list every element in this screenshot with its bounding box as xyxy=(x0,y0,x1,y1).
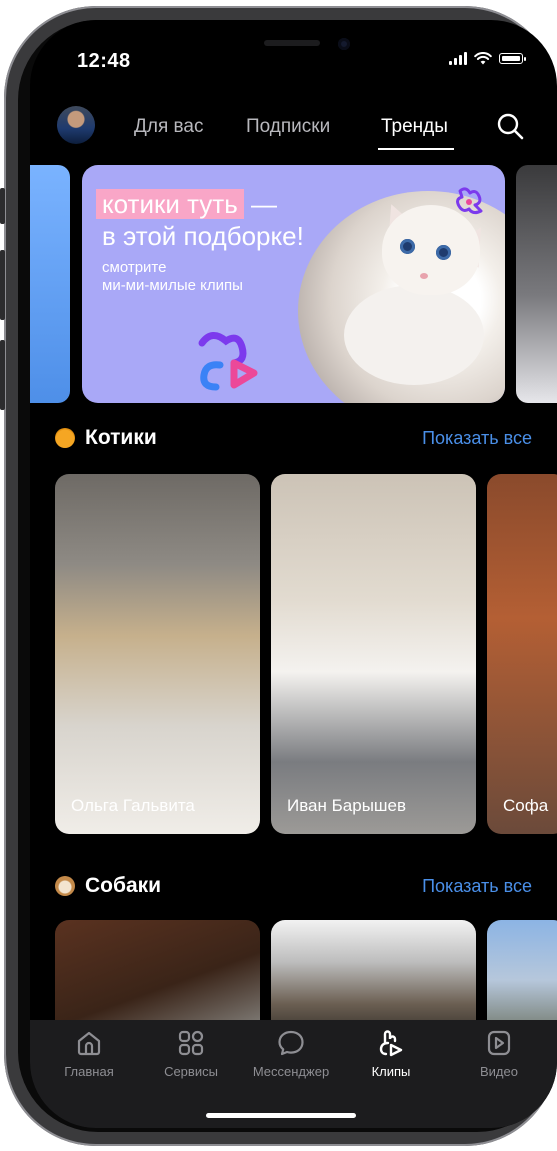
section-title: Собаки xyxy=(85,874,162,897)
clip-author: Софа xyxy=(503,796,549,815)
banner-carousel[interactable]: котики туть — в этой подборке! смотрите … xyxy=(30,165,557,403)
tab-for-you[interactable]: Для вас xyxy=(134,116,203,138)
battery-icon xyxy=(499,53,526,64)
show-all-link[interactable]: Показать все xyxy=(422,428,532,449)
clip-card[interactable]: Ольга Гальвита xyxy=(55,474,260,834)
clip-card[interactable]: Софа xyxy=(487,474,557,834)
tab-home[interactable]: Главная xyxy=(44,1028,134,1079)
section-title: Котики xyxy=(85,426,157,449)
clips-icon xyxy=(379,1030,403,1057)
banner-title-dash: — xyxy=(243,189,277,219)
clip-card[interactable]: Иван Барышев xyxy=(271,474,476,834)
cat-eye xyxy=(400,239,415,254)
cat-illustration xyxy=(344,285,484,385)
video-icon xyxy=(487,1030,511,1056)
tab-services[interactable]: Сервисы xyxy=(146,1028,236,1079)
dog-face-emoji-icon xyxy=(55,876,75,896)
tab-label: Главная xyxy=(64,1064,114,1079)
tab-trends[interactable]: Тренды xyxy=(381,116,448,138)
top-nav: Для вас Подписки Тренды xyxy=(30,106,557,152)
side-button xyxy=(0,340,5,410)
bottom-tab-bar: Главная Сервисы Мессенджер Клипы Видео xyxy=(30,1020,557,1128)
search-icon[interactable] xyxy=(496,112,524,140)
home-icon xyxy=(77,1031,101,1056)
clips-logo-icon xyxy=(456,187,483,215)
phone-screen: 12:48 Для вас Подписки Тренды котики тут… xyxy=(30,20,557,1128)
cat-nose xyxy=(420,273,428,279)
status-icons xyxy=(449,52,526,65)
banner-next[interactable] xyxy=(516,165,557,403)
banner-subtitle: смотрите xyxy=(102,259,167,276)
clips-row-dogs xyxy=(30,920,557,1040)
cat-eye xyxy=(436,245,451,260)
status-time: 12:48 xyxy=(77,50,131,72)
tab-video[interactable]: Видео xyxy=(454,1028,544,1079)
banner-prev[interactable] xyxy=(30,165,70,403)
tab-label: Клипы xyxy=(371,1064,411,1079)
section-dogs-header: Собаки Показать все xyxy=(55,874,532,900)
active-tab-indicator xyxy=(378,148,454,150)
tab-label: Мессенджер xyxy=(252,1064,330,1079)
banner-subtitle-2: ми-ми-милые клипы xyxy=(102,277,243,294)
banner-title-line2: в этой подборке! xyxy=(102,221,304,251)
status-bar: 12:48 xyxy=(30,20,557,90)
speaker xyxy=(264,40,320,46)
clips-logo-icon xyxy=(198,332,258,391)
messenger-icon xyxy=(278,1030,304,1056)
side-button xyxy=(0,188,5,224)
banner-cats[interactable]: котики туть — в этой подборке! смотрите … xyxy=(82,165,505,403)
clip-author: Иван Барышев xyxy=(287,796,407,815)
home-indicator xyxy=(206,1113,356,1118)
notch xyxy=(166,20,416,68)
tab-messenger[interactable]: Мессенджер xyxy=(246,1028,336,1079)
wifi-icon xyxy=(474,52,492,65)
clips-row-cats: Ольга Гальвита Иван Барышев Софа xyxy=(30,474,557,834)
services-icon xyxy=(178,1030,204,1056)
signal-icon xyxy=(449,52,467,65)
section-cats-header: Котики Показать все xyxy=(55,426,532,452)
clip-author: Ольга Гальвита xyxy=(71,796,195,815)
avatar[interactable] xyxy=(57,106,95,144)
heart-eyes-cat-emoji-icon xyxy=(55,428,75,448)
banner-title: котики туть — xyxy=(96,189,277,219)
tab-subscriptions[interactable]: Подписки xyxy=(246,116,330,138)
show-all-link[interactable]: Показать все xyxy=(422,876,532,897)
tab-label: Сервисы xyxy=(164,1064,218,1079)
tab-label: Видео xyxy=(480,1064,518,1079)
tab-clips[interactable]: Клипы xyxy=(346,1028,436,1079)
camera xyxy=(338,38,350,50)
side-button xyxy=(0,250,5,320)
banner-highlight: котики туть xyxy=(96,189,244,219)
